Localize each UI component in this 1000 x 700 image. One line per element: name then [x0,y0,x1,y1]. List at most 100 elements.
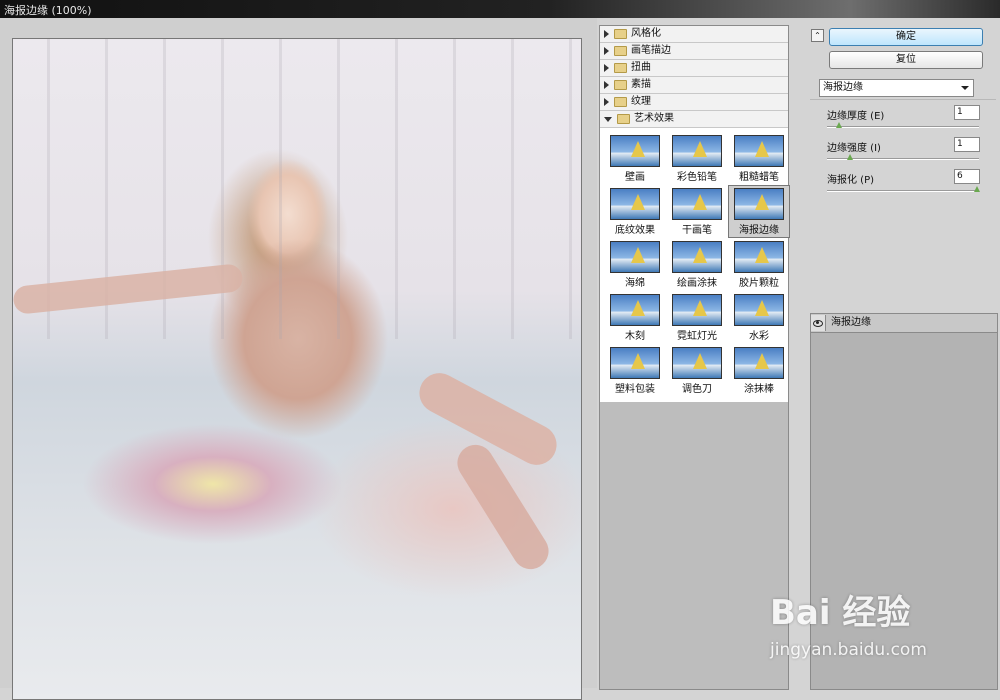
sailboat-icon [631,300,645,316]
filter-param-label: 边缘强度 (I) [827,143,881,154]
folder-icon [614,29,627,39]
chevron-down-icon [961,86,969,90]
ok-button[interactable]: 确定 [829,28,983,46]
filter-param-label: 海报化 (P) [827,175,875,186]
filter-thumbnail[interactable]: 绘画涂抹 [667,239,727,290]
preview-image[interactable] [12,38,582,700]
filter-thumbnail-label: 木刻 [625,331,645,342]
filter-thumbnail-label: 海绵 [625,278,645,289]
sailboat-icon [693,141,707,157]
filter-param-value-input[interactable]: 6 [954,169,980,184]
filter-thumbnail-image [610,135,660,167]
filter-thumbnail-image [610,347,660,379]
folder-icon [614,80,627,90]
folder-icon [614,63,627,73]
folder-icon [614,97,627,107]
filter-thumbnail[interactable]: 海绵 [605,239,665,290]
filter-thumbnail-image [734,135,784,167]
filter-thumbnail[interactable]: 涂抹棒 [729,345,789,396]
filter-thumbnail-label: 胶片颗粒 [739,278,779,289]
watermark-logo: Bai 经验 [770,593,911,633]
sailboat-icon [755,247,769,263]
filter-thumbnail-label: 粗糙蜡笔 [739,172,779,183]
sailboat-icon [631,247,645,263]
filter-param: 海报化 (P) 6 [827,169,987,199]
slider-knob-icon[interactable] [974,186,980,192]
sailboat-icon [693,353,707,369]
window-title-bar: 海报边缘 (100%) [0,0,1000,18]
filter-thumbnail-image [610,294,660,326]
slider-knob-icon[interactable] [836,122,842,128]
filter-param-label: 边缘厚度 (E) [827,111,885,122]
filter-thumbnail-image [734,241,784,273]
filter-thumbnail[interactable]: 调色刀 [667,345,727,396]
filter-thumbnail[interactable]: 干画笔 [667,186,727,237]
filter-category-5[interactable]: 艺术效果 [600,111,788,128]
sailboat-icon [693,300,707,316]
filter-thumbnail-label: 底纹效果 [615,225,655,236]
filter-thumbnail[interactable]: 水彩 [729,292,789,343]
filter-thumbnail-label: 干画笔 [682,225,712,236]
filter-thumbnail-label: 彩色铅笔 [677,172,717,183]
effect-layer-row[interactable]: 海报边缘 [811,314,997,333]
filter-category-1[interactable]: 画笔描边 [600,43,788,60]
reset-button[interactable]: 复位 [829,51,983,69]
filter-thumbnail-label: 海报边缘 [739,225,779,236]
filter-thumbnail-image [734,188,784,220]
filter-param-slider[interactable] [827,126,979,128]
filter-param: 边缘强度 (I) 1 [827,137,987,167]
preview-area[interactable] [0,18,597,700]
filter-thumbnail[interactable]: 粗糙蜡笔 [729,133,789,184]
filter-thumbnail[interactable]: 塑料包装 [605,345,665,396]
filter-thumbnail[interactable]: 海报边缘 [728,185,790,238]
filter-thumbnail-image [672,135,722,167]
filter-category-label: 画笔描边 [631,45,671,56]
filter-thumbnail-image [672,241,722,273]
filter-thumbnail-label: 霓虹灯光 [677,331,717,342]
sailboat-icon [755,194,769,210]
filter-thumbnail[interactable]: 木刻 [605,292,665,343]
filter-dropdown[interactable]: 海报边缘 [819,79,974,97]
watermark-url: jingyan.baidu.com [770,640,927,660]
triangle-right-icon [604,64,609,72]
filter-category-2[interactable]: 扭曲 [600,60,788,77]
filter-param-value-input[interactable]: 1 [954,137,980,152]
triangle-right-icon [604,30,609,38]
filter-thumbnail[interactable]: 胶片颗粒 [729,239,789,290]
filter-thumbnail[interactable]: 底纹效果 [605,186,665,237]
filter-category-label: 艺术效果 [634,113,674,124]
filter-category-4[interactable]: 纹理 [600,94,788,111]
filter-category-label: 素描 [631,79,651,90]
filter-category-label: 风格化 [631,28,661,39]
sailboat-icon [631,353,645,369]
filter-thumbnail-image [734,347,784,379]
filter-thumbnail-label: 涂抹棒 [744,384,774,395]
filter-thumbnail-label: 绘画涂抹 [677,278,717,289]
filter-param: 边缘厚度 (E) 1 [827,105,987,135]
filter-thumbnail-label: 壁画 [625,172,645,183]
sailboat-icon [755,141,769,157]
triangle-right-icon [604,81,609,89]
slider-knob-icon[interactable] [847,154,853,160]
folder-icon [617,114,630,124]
filter-category-label: 扭曲 [631,62,651,73]
filter-param-slider[interactable] [827,190,979,192]
double-chevron-up-icon[interactable]: ⌃ [811,29,824,42]
folder-icon [614,46,627,56]
sailboat-icon [693,247,707,263]
window-title: 海报边缘 (100%) [4,4,92,17]
filter-thumbnail[interactable]: 彩色铅笔 [667,133,727,184]
filter-category-3[interactable]: 素描 [600,77,788,94]
filter-thumbnail[interactable]: 壁画 [605,133,665,184]
triangle-right-icon [604,47,609,55]
eye-icon[interactable] [811,315,826,331]
sailboat-icon [631,141,645,157]
filter-category-0[interactable]: 风格化 [600,26,788,43]
sailboat-icon [755,353,769,369]
filter-param-value-input[interactable]: 1 [954,105,980,120]
filter-thumbnail[interactable]: 霓虹灯光 [667,292,727,343]
filter-thumbnail-image [672,188,722,220]
filter-thumbnail-image [610,188,660,220]
sailboat-icon [693,194,707,210]
sailboat-icon [755,300,769,316]
